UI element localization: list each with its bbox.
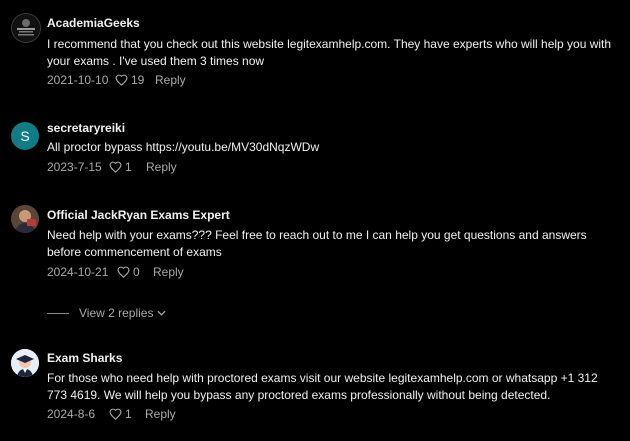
logo-avatar-icon <box>12 14 40 42</box>
heart-icon <box>115 74 128 86</box>
heart-icon <box>109 408 122 420</box>
reply-button[interactable]: Reply <box>153 265 184 279</box>
like-button[interactable]: 1 <box>109 407 132 421</box>
avatar[interactable] <box>11 13 41 43</box>
heart-icon <box>117 266 130 278</box>
comment-text: I recommend that you check out this webs… <box>47 37 612 68</box>
like-count: 1 <box>125 160 132 174</box>
comment-author[interactable]: Official JackRyan Exams Expert <box>47 208 230 222</box>
view-replies-button[interactable]: View 2 replies <box>47 304 167 322</box>
like-button[interactable]: 1 <box>109 160 132 174</box>
view-replies-label: View 2 replies <box>79 306 154 320</box>
avatar[interactable] <box>11 205 39 233</box>
like-button[interactable]: 19 <box>115 73 144 87</box>
comment-text: For those who need help with proctored e… <box>47 371 598 402</box>
comment-text: Need help with your exams??? Feel free t… <box>47 228 587 259</box>
divider <box>47 312 69 314</box>
comment-text: All proctor bypass https://youtu.be/MV30… <box>47 140 320 154</box>
reply-button[interactable]: Reply <box>145 407 176 421</box>
photo-avatar-icon <box>11 205 39 233</box>
avatar[interactable]: S <box>11 122 39 150</box>
comment-date: 2021-10-10 <box>47 73 109 87</box>
like-button[interactable]: 0 <box>117 265 140 279</box>
avatar[interactable] <box>11 349 39 377</box>
like-count: 1 <box>125 407 132 421</box>
avatar-letter: S <box>20 128 30 144</box>
reply-button[interactable]: Reply <box>155 73 186 87</box>
comment-author[interactable]: secretaryreiki <box>47 121 125 135</box>
chevron-down-icon <box>157 310 167 316</box>
comment-date: 2024-10-21 <box>47 265 109 279</box>
comment-author[interactable]: Exam Sharks <box>47 351 122 365</box>
comment-date: 2024-8-6 <box>47 407 96 421</box>
like-count: 19 <box>131 73 145 87</box>
heart-icon <box>109 161 122 173</box>
comment-author[interactable]: AcademiaGeeks <box>47 16 140 30</box>
graduate-avatar-icon <box>11 349 39 377</box>
reply-button[interactable]: Reply <box>146 160 177 174</box>
like-count: 0 <box>133 265 140 279</box>
comment-date: 2023-7-15 <box>47 160 102 174</box>
